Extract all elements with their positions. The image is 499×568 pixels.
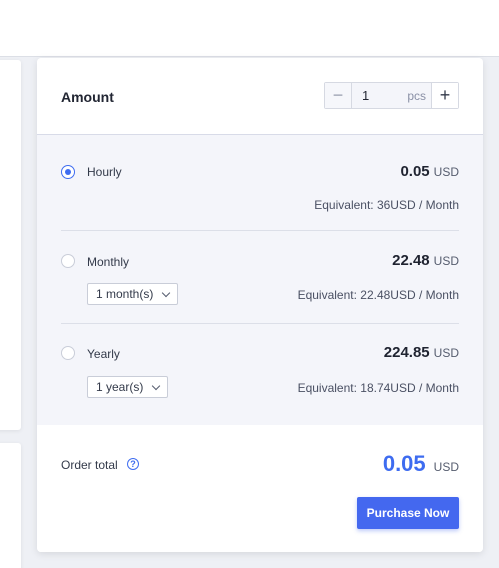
plan-monthly-price: 22.48 USD xyxy=(392,252,459,269)
plan-yearly-price-value: 224.85 xyxy=(383,344,430,361)
monthly-duration-select[interactable]: 1 month(s) xyxy=(87,283,179,305)
order-total-currency: USD xyxy=(433,460,459,474)
plan-monthly-currency: USD xyxy=(433,254,459,268)
amount-row: Amount − 1 pcs + xyxy=(37,58,483,135)
quantity-unit: pcs xyxy=(407,88,426,103)
order-panel: Amount − 1 pcs + Hourly 0.05 USD Equival… xyxy=(37,58,483,552)
left-card xyxy=(0,443,21,568)
left-card xyxy=(0,60,21,430)
billing-options: Hourly 0.05 USD Equivalent: 36USD / Mont… xyxy=(37,135,483,425)
plan-hourly-radio[interactable] xyxy=(61,165,75,179)
plan-yearly: Yearly 224.85 USD 1 year(s) Equivalent: … xyxy=(61,324,459,417)
order-total-price: 0.05 USD xyxy=(383,451,459,477)
amount-label: Amount xyxy=(61,89,114,105)
increase-button[interactable]: + xyxy=(431,83,458,108)
order-total-value: 0.05 xyxy=(382,451,426,476)
plan-monthly-price-value: 22.48 xyxy=(392,252,430,269)
help-icon[interactable]: ? xyxy=(127,458,139,470)
plan-yearly-radio[interactable] xyxy=(61,346,75,360)
plan-monthly-radio[interactable] xyxy=(61,254,75,268)
plan-hourly: Hourly 0.05 USD Equivalent: 36USD / Mont… xyxy=(61,135,459,231)
plan-hourly-price-value: 0.05 xyxy=(400,163,430,180)
purchase-now-button[interactable]: Purchase Now xyxy=(357,497,459,529)
quantity-value: 1 xyxy=(362,88,370,103)
plan-yearly-equivalent: Equivalent: 18.74USD / Month xyxy=(297,381,459,395)
quantity-stepper: − 1 pcs + xyxy=(324,82,459,109)
plan-hourly-currency: USD xyxy=(433,165,459,179)
monthly-duration-value: 1 month(s) xyxy=(96,287,154,301)
yearly-duration-select[interactable]: 1 year(s) xyxy=(87,376,169,398)
plan-hourly-label[interactable]: Hourly xyxy=(87,165,122,179)
plan-yearly-label[interactable]: Yearly xyxy=(87,347,120,361)
plan-yearly-price: 224.85 USD xyxy=(384,344,459,361)
plan-monthly-equivalent: Equivalent: 22.48USD / Month xyxy=(297,288,459,302)
top-bar xyxy=(0,0,499,57)
chevron-down-icon xyxy=(152,381,161,390)
plan-monthly-label[interactable]: Monthly xyxy=(87,255,129,269)
chevron-down-icon xyxy=(162,288,171,297)
plan-hourly-equivalent: Equivalent: 36USD / Month xyxy=(314,198,459,212)
quantity-input[interactable]: 1 pcs xyxy=(352,83,431,108)
plan-monthly: Monthly 22.48 USD 1 month(s) Equivalent:… xyxy=(61,231,459,324)
order-total-label: Order total xyxy=(61,458,118,472)
decrease-button[interactable]: − xyxy=(325,83,352,108)
plan-hourly-price: 0.05 USD xyxy=(400,163,459,180)
plan-yearly-currency: USD xyxy=(433,346,459,360)
yearly-duration-value: 1 year(s) xyxy=(96,380,144,394)
order-total-section: Order total ? 0.05 USD Purchase Now xyxy=(37,425,483,552)
